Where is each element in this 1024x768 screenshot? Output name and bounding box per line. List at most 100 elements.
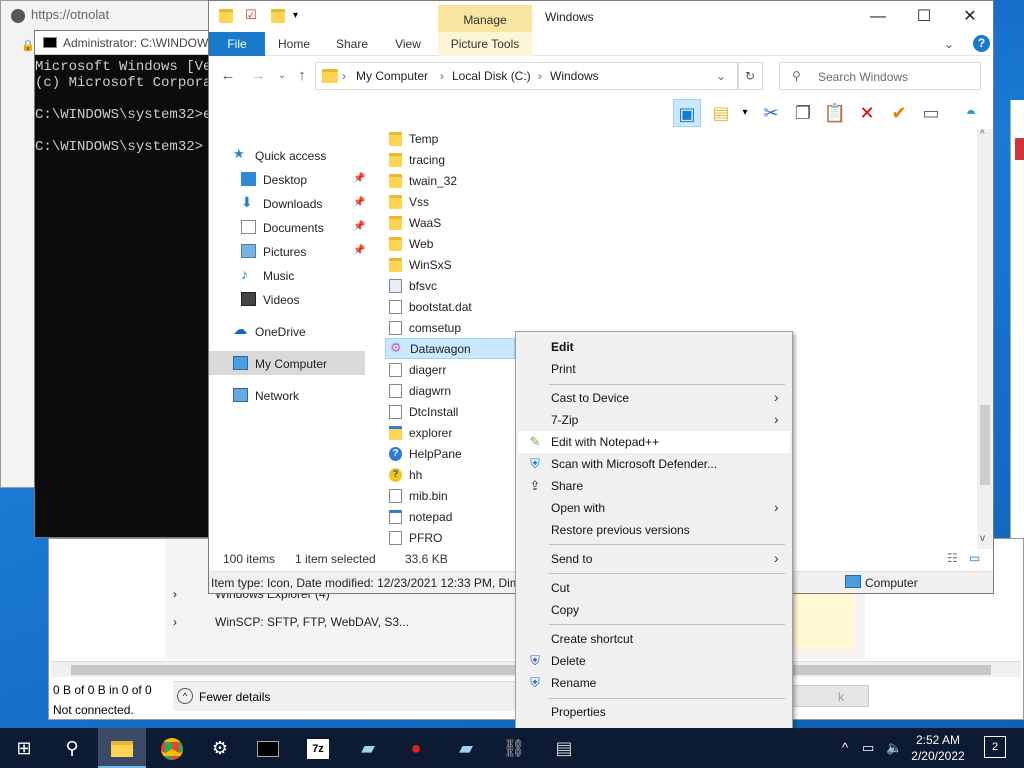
chevron-up-icon[interactable]: ^ bbox=[842, 740, 848, 755]
nav-network[interactable]: Network bbox=[233, 385, 373, 407]
shell-icon[interactable]: ◓ bbox=[957, 99, 985, 127]
7zip-icon[interactable]: 7z bbox=[294, 728, 342, 768]
pin-icon[interactable]: 📌 bbox=[353, 245, 365, 256]
breadcrumb-windows[interactable]: Windows bbox=[550, 69, 599, 83]
minimize-button[interactable]: — bbox=[855, 1, 901, 32]
menu-item-cast-to-device[interactable]: Cast to Device › bbox=[518, 387, 790, 409]
file-row[interactable]: Web bbox=[385, 234, 515, 255]
dropdown-icon[interactable]: ▾ bbox=[731, 99, 759, 127]
new-folder-icon[interactable] bbox=[271, 9, 285, 23]
delete-icon[interactable]: ✕ bbox=[853, 99, 881, 127]
chevron-right-icon[interactable]: › bbox=[342, 69, 346, 83]
menu-item-open-with[interactable]: Open with › bbox=[518, 497, 790, 519]
file-explorer-taskbar-icon[interactable] bbox=[98, 728, 146, 768]
app-red-icon[interactable]: ● bbox=[392, 728, 440, 768]
nav-downloads[interactable]: ⬇ Downloads 📌 bbox=[241, 193, 373, 215]
menu-item-7zip[interactable]: 7-Zip › bbox=[518, 409, 790, 431]
manage-tab[interactable]: Manage bbox=[438, 5, 532, 32]
notepad-taskbar-icon[interactable]: ▰ bbox=[344, 728, 392, 768]
file-row[interactable]: PFRO bbox=[385, 528, 515, 549]
large-icons-view-icon[interactable]: ▭ bbox=[969, 551, 980, 565]
nav-documents[interactable]: Documents 📌 bbox=[241, 217, 373, 239]
maximize-button[interactable]: ☐ bbox=[901, 1, 947, 32]
cmd-window[interactable]: Administrator: C:\WINDOWS Microsoft Wind… bbox=[34, 30, 214, 538]
cmd-taskbar-icon[interactable] bbox=[244, 728, 292, 768]
menu-item-share[interactable]: ⇪ Share bbox=[518, 475, 790, 497]
menu-item-print[interactable]: Print bbox=[518, 358, 790, 380]
file-row-selected[interactable]: ⚙ Datawagon bbox=[385, 338, 515, 359]
chevron-down-icon[interactable]: ⌄ bbox=[716, 69, 726, 83]
menu-item-delete[interactable]: ⛨ Delete bbox=[518, 650, 790, 672]
file-row[interactable]: comsetup bbox=[385, 318, 515, 339]
file-row[interactable]: ? hh bbox=[385, 465, 515, 486]
end-task-button[interactable]: k bbox=[789, 685, 869, 707]
cmd-title-bar[interactable]: Administrator: C:\WINDOWS bbox=[35, 31, 213, 55]
breadcrumb-my-computer[interactable]: My Computer bbox=[356, 69, 428, 83]
forward-arrow-icon[interactable]: → bbox=[247, 65, 269, 87]
details-view-icon[interactable]: ☷ bbox=[947, 551, 958, 565]
file-row[interactable]: diagwrn bbox=[385, 381, 515, 402]
browser-url[interactable]: https://otnolat bbox=[31, 7, 109, 22]
properties-icon[interactable]: ☑ bbox=[245, 7, 259, 22]
paste-icon[interactable]: 📋 bbox=[821, 99, 849, 127]
chevron-right-icon[interactable]: › bbox=[173, 587, 177, 601]
up-arrow-icon[interactable]: ↑ bbox=[291, 65, 313, 87]
help-icon[interactable]: ? bbox=[973, 35, 990, 52]
tab-share[interactable]: Share bbox=[325, 32, 379, 56]
chevron-right-icon[interactable]: › bbox=[440, 69, 444, 83]
menu-item-cut[interactable]: Cut bbox=[518, 577, 790, 599]
file-row[interactable]: bootstat.dat bbox=[385, 297, 515, 318]
menu-item-edit[interactable]: Edit bbox=[518, 336, 790, 358]
volume-icon[interactable]: 🔈 bbox=[886, 740, 902, 756]
file-row[interactable]: WinSxS bbox=[385, 255, 515, 276]
file-row[interactable]: WaaS bbox=[385, 213, 515, 234]
file-row[interactable]: notepad bbox=[385, 507, 515, 528]
file-row[interactable]: mib.bin bbox=[385, 486, 515, 507]
menu-item-restore-versions[interactable]: Restore previous versions bbox=[518, 519, 790, 541]
title-bar[interactable]: ☑ ▾ Manage Windows — ☐ ✕ bbox=[209, 1, 993, 32]
file-row[interactable]: Vss bbox=[385, 192, 515, 213]
pin-icon[interactable]: 📌 bbox=[353, 221, 365, 232]
process-winscp[interactable]: WinSCP: SFTP, FTP, WebDAV, S3... bbox=[215, 615, 409, 629]
network-tool-icon[interactable]: ⛓ bbox=[490, 728, 538, 768]
refresh-button[interactable]: ↻ bbox=[737, 62, 763, 90]
menu-item-edit-notepadpp[interactable]: ✎ Edit with Notepad++ bbox=[518, 431, 790, 453]
recent-locations-icon[interactable]: ⌄ bbox=[271, 65, 293, 87]
file-row[interactable]: explorer bbox=[385, 423, 515, 444]
scrollbar-thumb[interactable] bbox=[980, 405, 990, 485]
scroll-up-icon[interactable]: ^ bbox=[980, 129, 985, 140]
pin-icon[interactable]: 📌 bbox=[353, 197, 365, 208]
file-row[interactable]: tracing bbox=[385, 150, 515, 171]
menu-item-copy[interactable]: Copy bbox=[518, 599, 790, 621]
notifications-icon[interactable]: 2 bbox=[984, 736, 1006, 758]
vertical-scrollbar[interactable]: ^ v bbox=[977, 129, 993, 549]
address-bar[interactable]: › My Computer › Local Disk (C:) › Window… bbox=[315, 62, 739, 90]
customize-toolbar-icon[interactable]: ▾ bbox=[293, 10, 307, 24]
menu-item-scan-defender[interactable]: ⛨ Scan with Microsoft Defender... bbox=[518, 453, 790, 475]
tab-file[interactable]: File bbox=[209, 32, 265, 56]
checkmark-icon[interactable]: ✔ bbox=[885, 99, 913, 127]
chevron-right-icon[interactable]: › bbox=[173, 615, 177, 629]
file-row[interactable]: bfsvc bbox=[385, 276, 515, 297]
scroll-down-icon[interactable]: v bbox=[980, 533, 985, 544]
menu-item-create-shortcut[interactable]: Create shortcut bbox=[518, 628, 790, 650]
nav-videos[interactable]: Videos bbox=[241, 289, 373, 311]
file-row[interactable]: ? HelpPane bbox=[385, 444, 515, 465]
back-arrow-icon[interactable]: ← bbox=[217, 65, 239, 87]
clock[interactable]: 2:52 AM 2/20/2022 bbox=[906, 732, 970, 764]
tab-view[interactable]: View bbox=[385, 32, 431, 56]
expand-ribbon-icon[interactable]: ⌄ bbox=[939, 32, 959, 56]
menu-item-rename[interactable]: ⛨ Rename bbox=[518, 672, 790, 694]
tab-picture-tools[interactable]: Picture Tools bbox=[438, 32, 532, 56]
menu-item-properties[interactable]: Properties bbox=[518, 701, 790, 723]
task-manager-icon[interactable]: ▤ bbox=[540, 728, 588, 768]
nav-quick-access[interactable]: ★ Quick access bbox=[233, 145, 373, 167]
search-icon[interactable]: ⚲ bbox=[48, 728, 96, 768]
chevron-right-icon[interactable]: › bbox=[538, 69, 542, 83]
close-button[interactable]: ✕ bbox=[947, 1, 993, 32]
windows-start-icon[interactable]: ⊞ bbox=[0, 728, 48, 768]
file-row[interactable]: Temp bbox=[385, 129, 515, 150]
file-row[interactable]: twain_32 bbox=[385, 171, 515, 192]
preview-pane-icon[interactable]: ▣ bbox=[673, 99, 701, 127]
breadcrumb-local-disk[interactable]: Local Disk (C:) bbox=[452, 69, 531, 83]
